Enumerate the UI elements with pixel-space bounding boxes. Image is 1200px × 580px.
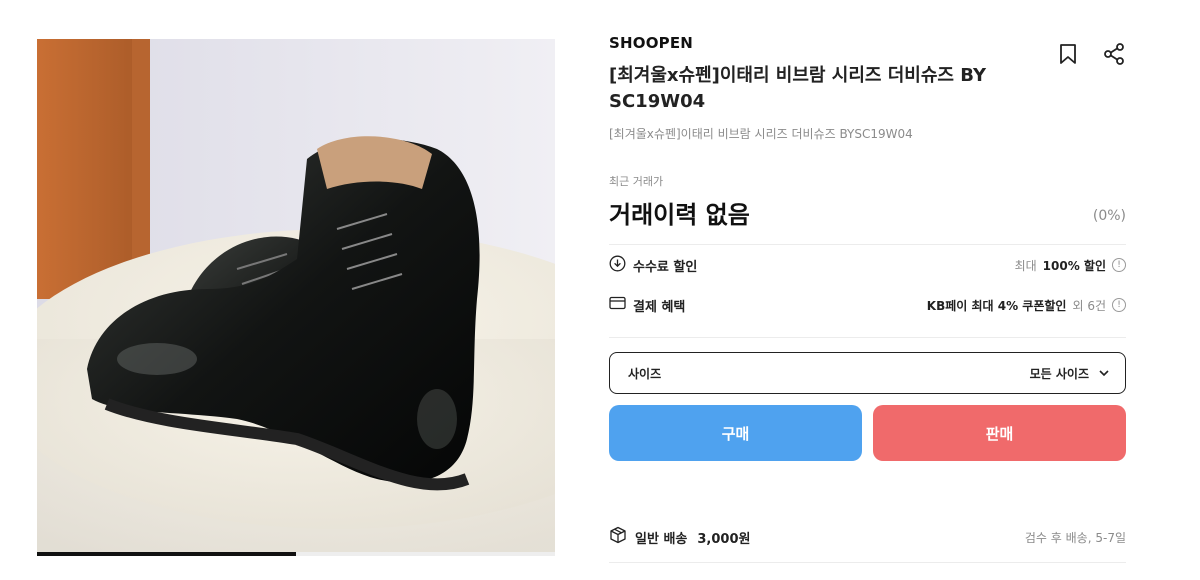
divider [609, 337, 1126, 338]
divider [609, 562, 1126, 563]
brand-name[interactable]: SHOOPEN [609, 34, 1126, 52]
benefit-highlight: KB페이 최대 4% 쿠폰할인 [926, 298, 1067, 313]
benefit-label: 결제 혜택 [633, 299, 686, 315]
image-progress-track [37, 552, 555, 556]
benefit-fee-discount[interactable]: 수수료 할인 최대 100% 할인 ! [609, 245, 1126, 285]
product-title: [최겨울x슈펜]이태리 비브람 시리즈 더비슈즈 BY SC19W04 [609, 65, 986, 112]
info-icon[interactable]: ! [1112, 298, 1126, 312]
share-icon[interactable] [1102, 42, 1126, 66]
size-value: 모든 사이즈 [1029, 366, 1089, 381]
chevron-down-icon [1099, 366, 1109, 380]
trade-actions: 구매 판매 [609, 405, 1126, 461]
benefit-payment-label-group: 결제 혜택 [609, 296, 685, 315]
benefit-payment-value: KB페이 최대 4% 쿠폰할인 외 6건 ! [927, 297, 1126, 314]
buy-button[interactable]: 구매 [609, 405, 862, 461]
sell-button[interactable]: 판매 [873, 405, 1126, 461]
bookmark-icon[interactable] [1056, 42, 1080, 66]
benefit-payment[interactable]: 결제 혜택 KB페이 최대 4% 쿠폰할인 외 6건 ! [609, 285, 1126, 325]
image-progress-fill [37, 552, 296, 556]
benefit-highlight: 100% 할인 [1042, 258, 1106, 273]
product-image[interactable] [37, 39, 555, 556]
product-subtitle: [최겨울x슈펜]이태리 비브람 시리즈 더비슈즈 BYSC19W04 [609, 127, 913, 141]
delivery-info: 일반 배송 3,000원 [609, 526, 750, 548]
benefit-fee-label-group: 수수료 할인 [609, 255, 697, 276]
delivery-note: 검수 후 배송, 5-7일 [1024, 530, 1126, 545]
delivery-row[interactable]: 일반 배송 3,000원 검수 후 배송, 5-7일 [609, 524, 1126, 550]
benefit-label: 수수료 할인 [633, 259, 698, 275]
shoe-photo [37, 39, 555, 556]
product-info: SHOOPEN [최겨울x슈펜]이태리 비브람 시리즈 더비슈즈 BY SC19… [609, 34, 1126, 461]
benefit-suffix: 외 6건 [1072, 298, 1106, 313]
size-label: 사이즈 [628, 366, 662, 381]
recent-price-label: 최근 거래가 [609, 175, 664, 188]
benefit-fee-value: 최대 100% 할인 ! [1015, 257, 1126, 274]
benefit-prefix: 최대 [1014, 258, 1037, 273]
info-icon[interactable]: ! [1112, 258, 1126, 272]
price-row: 거래이력 없음 (0%) [609, 195, 1126, 245]
size-value-group: 모든 사이즈 [1030, 365, 1109, 382]
action-icons [1056, 42, 1126, 66]
box-icon [609, 526, 627, 548]
download-circle-icon [609, 255, 626, 276]
recent-price: 거래이력 없음 [609, 201, 750, 229]
price-change: (0%) [1092, 208, 1126, 224]
size-select[interactable]: 사이즈 모든 사이즈 [609, 352, 1126, 394]
card-icon [609, 296, 626, 314]
delivery-fee: 3,000원 [697, 531, 751, 547]
delivery-label: 일반 배송 [635, 531, 688, 547]
